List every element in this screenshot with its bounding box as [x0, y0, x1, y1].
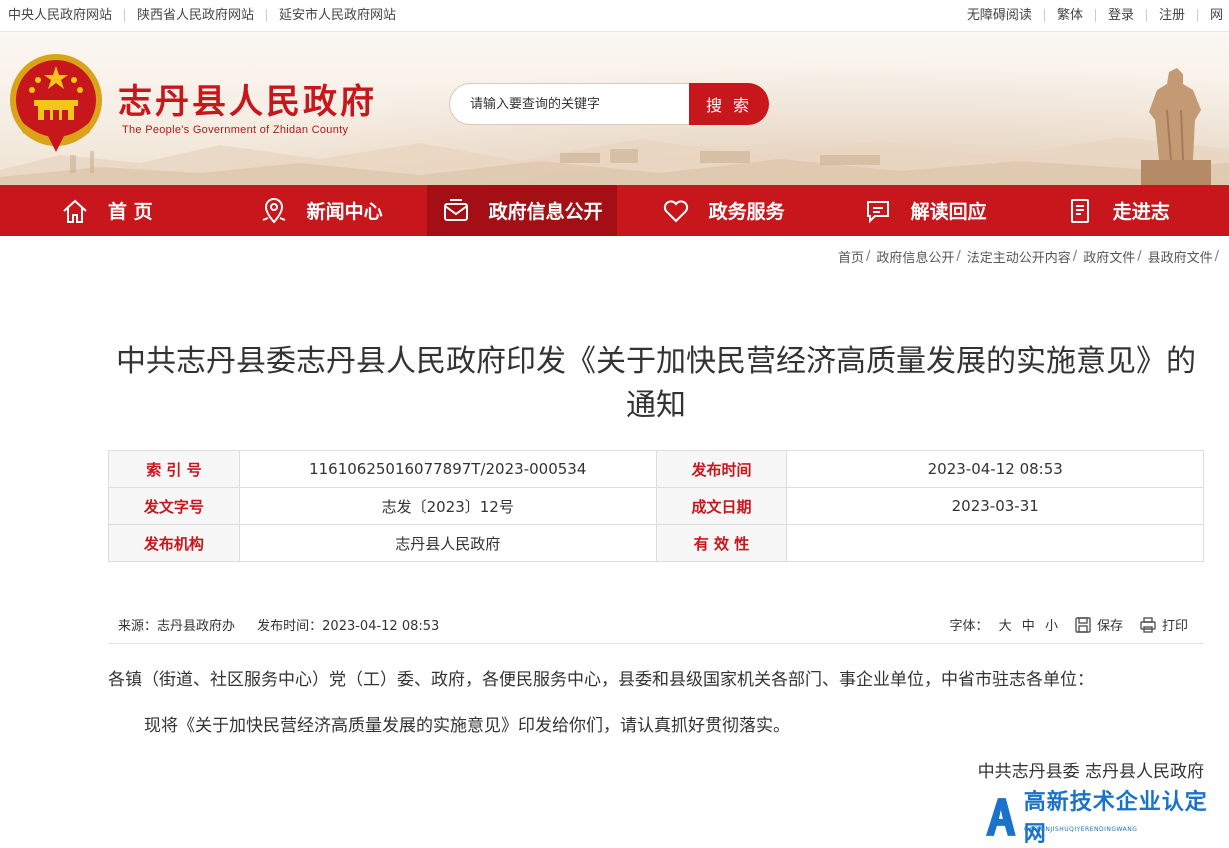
site-subtitle: The People's Government of Zhidan County — [122, 124, 349, 136]
doc-number-value: 志发〔2023〕12号 — [238, 487, 657, 525]
article-source: 来源：志丹县政府办 — [118, 619, 236, 634]
validity-label: 有 效 性 — [655, 524, 788, 562]
link-site-truncated[interactable]: 网 — [1198, 9, 1229, 22]
written-date-label: 成文日期 — [655, 487, 788, 525]
article-title: 中共志丹县委志丹县人民政府印发《关于加快民营经济高质量发展的实施意见》的通知 — [116, 344, 1196, 423]
search-button[interactable]: 搜 索 — [689, 83, 769, 125]
article-meta-bar: 来源：志丹县政府办 发布时间：2023-04-12 08:53 字体： 大 中 … — [108, 606, 1204, 644]
top-bar: 中央人民政府网站 陕西省人民政府网站 延安市人民政府网站 无障碍阅读 繁体 登录… — [0, 0, 1229, 32]
breadcrumb-statutory-content[interactable]: 法定主动公开内容 — [967, 247, 1071, 266]
breadcrumb-gov-info[interactable]: 政府信息公开 — [876, 247, 954, 266]
search-input[interactable] — [449, 83, 689, 125]
document-info-table: 索 引 号 11610625016077897T/2023-000534 发布时… — [108, 450, 1204, 562]
main-nav: 首 页 新闻中心 政府信息公开 政务服务 解读回应 走进志 — [0, 185, 1229, 236]
nav-label-gov-info: 政府信息公开 — [488, 201, 603, 223]
statue-image — [1141, 68, 1211, 185]
table-row: 发文字号 志发〔2023〕12号 成文日期 2023-03-31 — [108, 487, 1204, 525]
home-icon — [63, 199, 87, 223]
watermark-a-icon — [985, 798, 1016, 836]
watermark-text: 高新技术企业认定网 — [1023, 790, 1208, 847]
link-register[interactable]: 注册 — [1147, 9, 1198, 22]
location-pin-icon — [262, 197, 285, 224]
font-size-medium[interactable]: 中 — [1022, 619, 1035, 634]
link-traditional-chinese[interactable]: 繁体 — [1045, 9, 1096, 22]
watermark-logo: 高新技术企业认定网 GAOXINJISHUQIYERENDINGWANG — [984, 790, 1229, 847]
nav-item-interpretation[interactable]: 解读回应 — [849, 185, 1001, 236]
nav-label-services: 政务服务 — [708, 201, 785, 223]
link-login[interactable]: 登录 — [1096, 9, 1147, 22]
publish-time-value: 2023-04-12 08:53 — [786, 450, 1204, 488]
validity-value — [786, 524, 1204, 562]
font-size-controls: 字体： 大 中 小 — [949, 615, 1057, 634]
nav-item-gov-info[interactable]: 政府信息公开 — [426, 185, 617, 236]
nav-label-news: 新闻中心 — [306, 201, 383, 223]
written-date-value: 2023-03-31 — [786, 487, 1204, 525]
link-shaanxi-gov[interactable]: 陕西省人民政府网站 — [125, 9, 268, 22]
issuer-value: 志丹县人民政府 — [238, 524, 657, 562]
link-accessible-reading[interactable]: 无障碍阅读 — [955, 9, 1045, 22]
nav-label-about: 走进志 — [1112, 201, 1170, 223]
nav-label-interpretation: 解读回应 — [910, 201, 987, 223]
print-label: 打印 — [1161, 619, 1188, 634]
article-source-info: 来源：志丹县政府办 发布时间：2023-04-12 08:53 — [108, 615, 439, 634]
print-icon — [1140, 616, 1156, 633]
nav-item-news[interactable]: 新闻中心 — [245, 185, 397, 236]
save-label: 保存 — [1096, 619, 1123, 634]
table-row: 发布机构 志丹县人民政府 有 效 性 — [108, 524, 1204, 562]
nav-item-home[interactable]: 首 页 — [46, 185, 167, 236]
link-yanan-gov[interactable]: 延安市人民政府网站 — [267, 9, 408, 22]
article-paragraph-recipients: 各镇（街道、社区服务中心）党（工）委、政府，各便民服务中心，县委和县级国家机关各… — [108, 670, 1094, 690]
index-number-label: 索 引 号 — [108, 450, 240, 488]
font-size-large[interactable]: 大 — [999, 619, 1012, 634]
breadcrumb-gov-documents[interactable]: 政府文件 — [1083, 247, 1135, 266]
article-signature: 中共志丹县委 志丹县人民政府 — [977, 762, 1204, 782]
publish-time-label: 发布时间 — [655, 450, 788, 488]
article-paragraph-notice: 现将《关于加快民营经济高质量发展的实施意见》印发给你们，请认真抓好贯彻落实。 — [144, 716, 790, 736]
save-icon — [1075, 616, 1091, 633]
save-button[interactable]: 保存 — [1074, 615, 1123, 634]
news-icon — [1070, 198, 1089, 223]
breadcrumb-home[interactable]: 首页 — [838, 247, 864, 266]
article-publish-time: 发布时间：2023-04-12 08:53 — [257, 619, 440, 634]
index-number-value: 11610625016077897T/2023-000534 — [238, 450, 657, 488]
top-bar-right-links: 无障碍阅读 繁体 登录 注册 网 — [955, 0, 1229, 31]
site-title: 志丹县人民政府 — [118, 82, 377, 122]
doc-number-label: 发文字号 — [108, 487, 240, 525]
print-button[interactable]: 打印 — [1139, 615, 1188, 634]
font-size-small[interactable]: 小 — [1045, 619, 1058, 634]
breadcrumb: 首页 / 政府信息公开 / 法定主动公开内容 / 政府文件 / 县政府文件 / — [837, 247, 1219, 266]
heart-icon — [663, 199, 688, 222]
link-central-gov[interactable]: 中央人民政府网站 — [0, 9, 126, 22]
nav-item-services[interactable]: 政务服务 — [647, 185, 799, 236]
nav-label-home: 首 页 — [108, 201, 153, 223]
chat-icon — [866, 200, 889, 223]
font-size-label: 字体： — [949, 619, 989, 634]
top-bar-left-links: 中央人民政府网站 陕西省人民政府网站 延安市人民政府网站 — [0, 0, 408, 31]
table-row: 索 引 号 11610625016077897T/2023-000534 发布时… — [108, 450, 1204, 488]
nav-item-about[interactable]: 走进志 — [1051, 185, 1184, 236]
breadcrumb-county-documents[interactable]: 县政府文件 — [1148, 247, 1213, 266]
national-emblem-logo — [10, 54, 102, 152]
article-body: 各镇（街道、社区服务中心）党（工）委、政府，各便民服务中心，县委和县级国家机关各… — [108, 666, 1204, 786]
envelope-icon — [443, 198, 468, 221]
watermark-subtext: GAOXINJISHUQIYERENDINGWANG — [1024, 826, 1138, 833]
article-tools: 字体： 大 中 小 保存 打印 — [949, 615, 1204, 634]
search-bar: 搜 索 — [449, 83, 769, 125]
issuer-label: 发布机构 — [108, 524, 240, 562]
site-header: 志丹县人民政府 The People's Government of Zhida… — [0, 32, 1229, 185]
